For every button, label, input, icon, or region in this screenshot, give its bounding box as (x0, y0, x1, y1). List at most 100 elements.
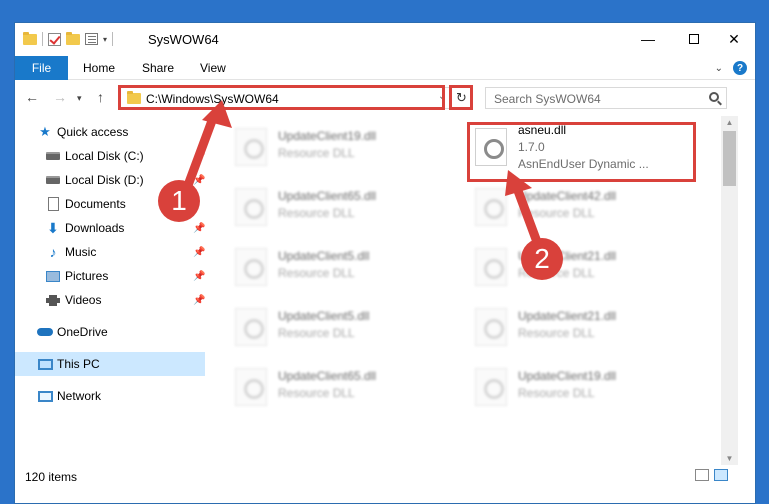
sidebar-item-videos[interactable]: Videos 📌 (15, 288, 205, 312)
sidebar-item-music[interactable]: ♪ Music 📌 (15, 240, 206, 264)
file-name: UpdateClient65.dll (278, 369, 377, 383)
customize-dropdown-icon[interactable]: ▾ (103, 35, 107, 44)
ribbon: File Home Share View ⌄ ? (15, 56, 755, 110)
sidebar-item-label: This PC (57, 357, 100, 371)
sidebar-item-label: Videos (65, 293, 102, 307)
tiles-view-icon[interactable] (714, 469, 728, 481)
help-icon[interactable]: ? (733, 61, 747, 75)
sidebar-item-this-pc[interactable]: This PC (15, 352, 205, 376)
sidebar-item-label: Local Disk (D:) (65, 173, 144, 187)
file-name: UpdateClient21.dll (518, 309, 617, 323)
sidebar-item-onedrive[interactable]: OneDrive (15, 320, 205, 344)
recent-locations-icon[interactable]: ▾ (77, 93, 82, 104)
documents-icon (45, 197, 61, 211)
navigation-bar: ← → ▾ ↑ C:\Windows\SysWOW64 ⌄ ↻ Search S… (15, 80, 755, 116)
scroll-thumb[interactable] (723, 131, 736, 186)
pin-icon[interactable]: 📌 (193, 175, 205, 186)
status-bar: 120 items (15, 465, 755, 503)
window-title: SysWOW64 (148, 32, 219, 47)
list-item[interactable]: UpdateClient5.dll Resource DLL (229, 300, 459, 354)
list-item[interactable]: UpdateClient42.dll Resource DLL (469, 180, 699, 234)
sidebar-item-pictures[interactable]: Pictures 📌 (15, 264, 205, 288)
list-item[interactable]: UpdateClient19.dll Resource DLL (469, 360, 699, 414)
file-name: UpdateClient42.dll (518, 189, 617, 203)
new-folder-icon[interactable] (66, 31, 80, 45)
pin-icon[interactable]: 📌 (193, 223, 205, 234)
quick-access-toolbar: ▾ (23, 31, 114, 46)
tab-view[interactable]: View (200, 56, 226, 80)
sidebar-item-label: Documents (65, 197, 126, 211)
maximize-icon (689, 34, 699, 44)
pin-icon[interactable]: 📌 (193, 271, 205, 282)
file-type: Resource DLL (278, 326, 355, 340)
expand-ribbon-icon[interactable]: ⌄ (715, 63, 723, 74)
file-highlight-box (467, 122, 696, 182)
pictures-icon (45, 269, 61, 283)
vertical-scrollbar[interactable]: ▲ ▼ (721, 116, 738, 465)
properties-check-icon[interactable] (48, 32, 61, 46)
sidebar-item-label: Downloads (65, 221, 125, 235)
scroll-down-icon[interactable]: ▼ (721, 454, 738, 463)
sidebar-item-network[interactable]: Network (15, 384, 205, 408)
folder-icon[interactable] (23, 31, 37, 45)
details-view-icon[interactable] (695, 469, 709, 481)
file-type: Resource DLL (518, 386, 595, 400)
file-name: UpdateClient65.dll (278, 189, 377, 203)
search-input[interactable]: Search SysWOW64 (494, 92, 601, 106)
tab-share[interactable]: Share (142, 56, 174, 80)
dll-file-icon (235, 128, 267, 166)
sidebar-item-label: Quick access (57, 125, 129, 139)
sidebar-item-label: Local Disk (C:) (65, 149, 144, 163)
drive-icon (45, 149, 61, 163)
dll-file-icon (235, 248, 267, 286)
sidebar-item-label: OneDrive (57, 325, 108, 339)
list-item[interactable]: UpdateClient21.dll Resource DLL (469, 240, 699, 294)
network-icon (37, 389, 53, 403)
dll-file-icon (235, 188, 267, 226)
file-type: Resource DLL (518, 326, 595, 340)
pin-icon[interactable]: 📌 (193, 247, 205, 258)
list-item[interactable]: UpdateClient21.dll Resource DLL (469, 300, 699, 354)
search-box[interactable]: Search SysWOW64 (485, 87, 727, 109)
up-arrow-icon[interactable]: ↑ (97, 89, 104, 105)
address-highlight-box (118, 85, 445, 110)
dll-file-icon (235, 308, 267, 346)
properties-icon[interactable] (85, 33, 98, 45)
dll-file-icon (475, 188, 507, 226)
dll-file-icon (475, 248, 507, 286)
pin-icon[interactable]: 📌 (193, 295, 205, 306)
downloads-icon: ⬇ (47, 219, 59, 236)
item-count: 120 items (25, 470, 78, 484)
pin-icon[interactable]: 📌 (193, 151, 205, 162)
callout-badge-two: 2 (521, 238, 563, 280)
scroll-up-icon[interactable]: ▲ (721, 118, 738, 127)
file-name: UpdateClient5.dll (278, 249, 370, 263)
sidebar-item-quick-access[interactable]: ★ Quick access (15, 120, 205, 144)
forward-arrow-icon[interactable]: → (53, 89, 67, 105)
minimize-icon: — (641, 31, 655, 47)
toolbar-separator (112, 32, 114, 46)
dll-file-icon (235, 368, 267, 406)
list-item[interactable]: UpdateClient19.dll Resource DLL (229, 120, 459, 174)
minimize-button[interactable]: — (625, 23, 671, 55)
list-item[interactable]: UpdateClient65.dll Resource DLL (229, 360, 459, 414)
file-name: UpdateClient19.dll (278, 129, 377, 143)
music-icon: ♪ (49, 244, 57, 260)
sidebar-item-local-disk-c[interactable]: Local Disk (C:) 📌 (15, 144, 205, 168)
file-name: UpdateClient5.dll (278, 309, 370, 323)
list-item[interactable]: UpdateClient65.dll Resource DLL (229, 180, 459, 234)
file-type: Resource DLL (278, 266, 355, 280)
list-item[interactable]: UpdateClient5.dll Resource DLL (229, 240, 459, 294)
file-type: Resource DLL (518, 206, 595, 220)
close-button[interactable]: ✕ (711, 23, 755, 55)
ribbon-controls: ⌄ ? (715, 61, 747, 75)
file-type: Resource DLL (278, 206, 355, 220)
search-icon[interactable] (709, 92, 719, 102)
file-explorer-window: ▾ SysWOW64 — ✕ File Home Share View ⌄ ? … (14, 22, 756, 504)
drive-icon (45, 173, 61, 187)
star-icon: ★ (39, 124, 51, 139)
videos-icon (45, 293, 61, 307)
sidebar-item-label: Pictures (65, 269, 109, 283)
tab-home[interactable]: Home (83, 56, 115, 80)
back-arrow-icon[interactable]: ← (25, 89, 39, 105)
